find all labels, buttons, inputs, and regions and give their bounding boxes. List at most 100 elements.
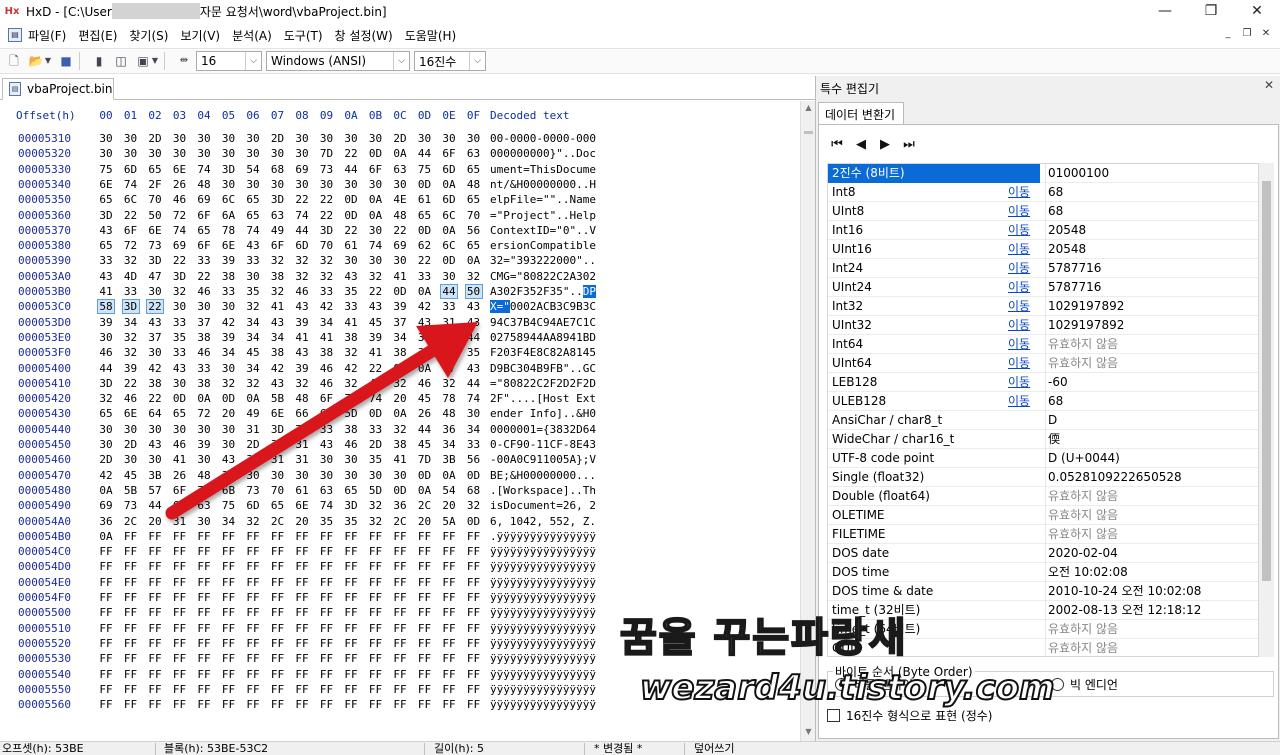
- hex-byte[interactable]: 22: [123, 209, 139, 222]
- hex-byte[interactable]: 6C: [441, 239, 457, 252]
- hex-byte[interactable]: FF: [368, 591, 384, 604]
- hex-byte[interactable]: FF: [343, 576, 359, 589]
- hex-byte[interactable]: 22: [319, 209, 335, 222]
- inspector-value[interactable]: 유효하지 않음: [1045, 354, 1255, 373]
- hex-byte[interactable]: FF: [147, 637, 163, 650]
- hex-byte[interactable]: 39: [294, 316, 310, 329]
- hex-byte[interactable]: 6F: [196, 209, 212, 222]
- hex-byte[interactable]: 65: [466, 193, 482, 206]
- hex-byte[interactable]: 48: [294, 392, 310, 405]
- scrollbar-thumb[interactable]: [804, 131, 813, 134]
- hex-byte[interactable]: 38: [343, 331, 359, 344]
- menu-tools[interactable]: 도구(T): [278, 27, 329, 44]
- hex-byte[interactable]: 30: [294, 178, 310, 191]
- hex-byte[interactable]: 0D: [417, 469, 433, 482]
- inspector-row[interactable]: UInt16 이동 20548: [828, 240, 1258, 259]
- hex-byte[interactable]: FF: [172, 606, 188, 619]
- hex-byte[interactable]: 30: [221, 469, 237, 482]
- hex-byte[interactable]: 65: [417, 209, 433, 222]
- hex-byte[interactable]: 6E: [123, 407, 139, 420]
- hex-byte[interactable]: 44: [417, 147, 433, 160]
- hex-byte[interactable]: 65: [98, 193, 114, 206]
- hex-byte[interactable]: 73: [343, 392, 359, 405]
- open-folder-icon[interactable]: 📂: [28, 53, 44, 69]
- hex-byte[interactable]: 0A: [196, 392, 212, 405]
- hex-byte[interactable]: 65: [172, 407, 188, 420]
- hex-byte[interactable]: 30: [392, 254, 408, 267]
- goto-link[interactable]: 이동: [1008, 392, 1030, 410]
- hex-byte[interactable]: 47: [147, 270, 163, 283]
- hex-byte[interactable]: 37: [196, 316, 212, 329]
- last-icon[interactable]: ⏭: [901, 137, 917, 152]
- hex-byte[interactable]: 3D: [270, 193, 286, 206]
- hex-byte[interactable]: 65: [245, 193, 261, 206]
- hex-byte[interactable]: 74: [319, 499, 335, 512]
- hex-byte[interactable]: 39: [221, 331, 237, 344]
- hex-byte[interactable]: FF: [294, 606, 310, 619]
- hex-byte[interactable]: 5D: [343, 407, 359, 420]
- hex-byte[interactable]: 6D: [441, 163, 457, 176]
- hex-byte[interactable]: 38: [270, 346, 286, 359]
- hex-byte[interactable]: 46: [319, 362, 335, 375]
- hex-byte[interactable]: 36: [98, 515, 114, 528]
- hex-byte[interactable]: 30: [270, 178, 286, 191]
- hex-byte[interactable]: 39: [98, 316, 114, 329]
- hex-byte[interactable]: FF: [123, 591, 139, 604]
- hex-byte[interactable]: FF: [392, 576, 408, 589]
- hex-byte[interactable]: 42: [417, 300, 433, 313]
- decoded-text[interactable]: ÿÿÿÿÿÿÿÿÿÿÿÿÿÿÿÿ: [490, 622, 596, 635]
- hex-byte[interactable]: 74: [172, 224, 188, 237]
- hex-byte[interactable]: 30: [441, 132, 457, 145]
- hex-byte[interactable]: 38: [319, 346, 335, 359]
- hex-byte[interactable]: FF: [172, 637, 188, 650]
- hex-byte[interactable]: FF: [392, 606, 408, 619]
- hex-byte[interactable]: FF: [392, 591, 408, 604]
- hex-byte[interactable]: 6F: [319, 407, 335, 420]
- hex-byte[interactable]: 6C: [221, 193, 237, 206]
- hex-byte[interactable]: 6F: [196, 239, 212, 252]
- hex-byte[interactable]: 32: [270, 254, 286, 267]
- hex-byte[interactable]: 30: [221, 362, 237, 375]
- hex-byte[interactable]: 30: [196, 147, 212, 160]
- hex-byte[interactable]: FF: [221, 576, 237, 589]
- hex-byte[interactable]: FF: [319, 591, 335, 604]
- hex-byte[interactable]: FF: [417, 606, 433, 619]
- hex-byte[interactable]: FF: [343, 683, 359, 696]
- hex-byte[interactable]: 6F: [172, 499, 188, 512]
- hex-byte[interactable]: 0D: [392, 484, 408, 497]
- hex-byte[interactable]: 68: [466, 484, 482, 497]
- hex-byte[interactable]: FF: [441, 622, 457, 635]
- hex-byte[interactable]: 6C: [123, 193, 139, 206]
- hex-byte[interactable]: 32: [245, 300, 261, 313]
- hex-byte[interactable]: 6D: [123, 163, 139, 176]
- hex-byte[interactable]: 32: [466, 270, 482, 283]
- decoded-text[interactable]: ÿÿÿÿÿÿÿÿÿÿÿÿÿÿÿÿ: [490, 698, 596, 711]
- decoded-text[interactable]: 2F"....[Host Ext: [490, 392, 596, 405]
- goto-link[interactable]: 이동: [1008, 221, 1030, 239]
- hex-byte[interactable]: 30: [221, 300, 237, 313]
- hex-byte[interactable]: FF: [441, 530, 457, 543]
- goto-link[interactable]: 이동: [1008, 202, 1030, 220]
- decoded-text[interactable]: A302F352F35"..DP: [490, 285, 596, 298]
- hex-byte[interactable]: 32: [319, 254, 335, 267]
- hex-byte[interactable]: FF: [368, 652, 384, 665]
- tab-vbaproject[interactable]: ▤ vbaProject.bin: [2, 78, 114, 100]
- hex-byte[interactable]: 46: [98, 346, 114, 359]
- scrollbar-thumb[interactable]: [1262, 181, 1271, 581]
- hex-byte[interactable]: FF: [294, 576, 310, 589]
- hex-byte[interactable]: FF: [466, 560, 482, 573]
- hex-byte[interactable]: 39: [368, 331, 384, 344]
- menu-help[interactable]: 도움말(H): [399, 27, 463, 44]
- hex-byte[interactable]: 31: [294, 453, 310, 466]
- hex-byte[interactable]: 26: [172, 469, 188, 482]
- hex-byte[interactable]: 0A: [98, 484, 114, 497]
- hex-byte[interactable]: FF: [172, 652, 188, 665]
- hex-byte[interactable]: 33: [466, 438, 482, 451]
- hex-byte[interactable]: 32: [270, 285, 286, 298]
- hex-byte[interactable]: 22: [368, 362, 384, 375]
- hex-byte[interactable]: 3D: [98, 209, 114, 222]
- hex-byte[interactable]: 44: [98, 362, 114, 375]
- hex-byte[interactable]: FF: [98, 683, 114, 696]
- hex-byte[interactable]: 6C: [441, 209, 457, 222]
- inspector-row[interactable]: Int8 이동 68: [828, 183, 1258, 202]
